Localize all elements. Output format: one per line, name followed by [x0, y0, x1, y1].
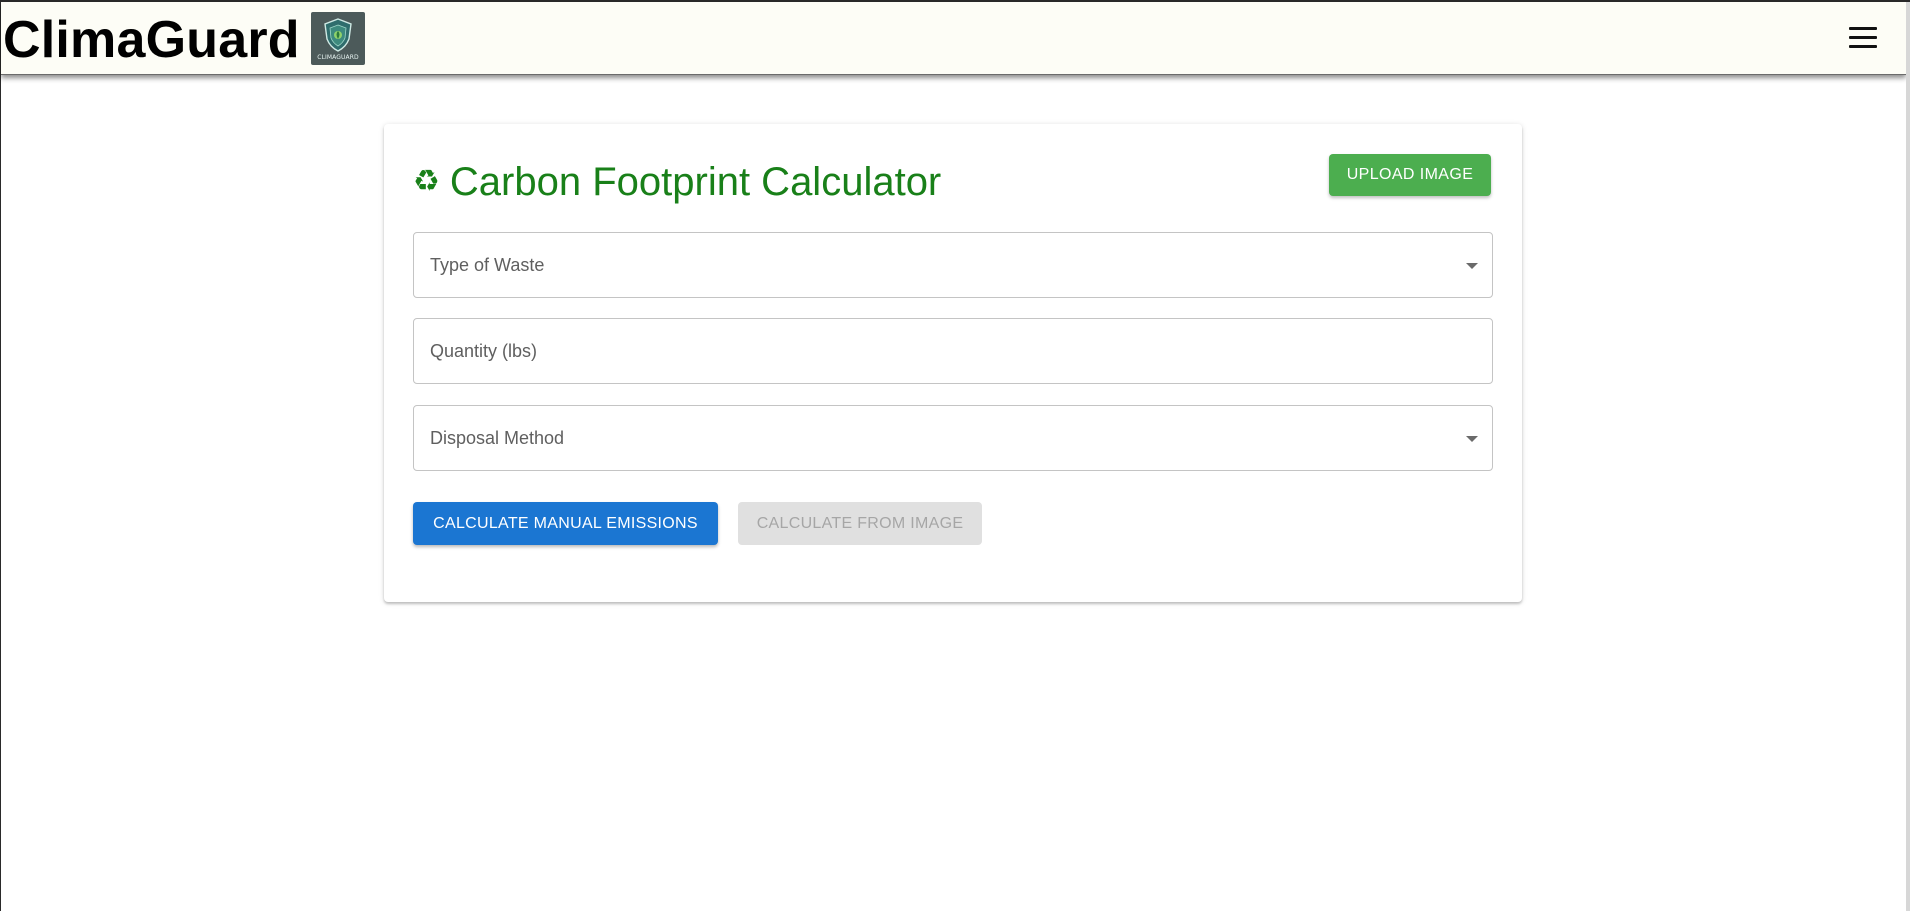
disposal-method-label: Disposal Method [430, 428, 565, 448]
scrollbar[interactable] [1906, 2, 1910, 911]
climaguard-logo: CLIMAGUARD [311, 12, 365, 65]
waste-type-select[interactable]: Type of Waste [413, 232, 1493, 298]
disposal-method-select[interactable]: Disposal Method [413, 405, 1493, 471]
calculate-from-image-button[interactable]: CALCULATE FROM IMAGE [738, 502, 982, 545]
brand-title: ClimaGuard [3, 11, 300, 69]
logo-wordmark: CLIMAGUARD [317, 53, 359, 61]
app-window: ClimaGuard CLIMAGUARD ♻ Carbon Footprint… [0, 0, 1910, 911]
shield-icon [324, 17, 352, 52]
chevron-down-icon[interactable] [1466, 436, 1478, 442]
quantity-label: Quantity (lbs) [430, 341, 538, 361]
upload-image-button[interactable]: UPLOAD IMAGE [1329, 154, 1491, 196]
hamburger-menu-icon[interactable] [1846, 26, 1880, 54]
chevron-down-icon[interactable] [1466, 263, 1478, 269]
recycle-icon: ♻ [413, 164, 440, 199]
waste-type-label: Type of Waste [430, 255, 545, 275]
page-title: ♻ Carbon Footprint Calculator [413, 154, 941, 210]
carbon-calculator-card: ♻ Carbon Footprint Calculator UPLOAD IMA… [384, 124, 1522, 602]
app-header: ClimaGuard CLIMAGUARD [1, 2, 1906, 75]
calculate-manual-emissions-button[interactable]: CALCULATE MANUAL EMISSIONS [413, 502, 718, 545]
quantity-field[interactable]: Quantity (lbs) [413, 318, 1493, 384]
page-title-text: Carbon Footprint Calculator [449, 160, 942, 204]
